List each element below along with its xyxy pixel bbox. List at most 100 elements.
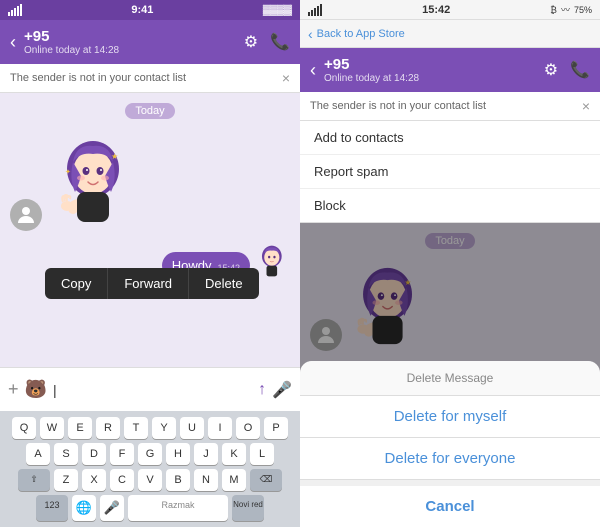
keyboard-row-1: Q W E R T Y U I O P [3,417,297,439]
notice-text: The sender is not in your contact list [10,72,186,84]
forward-button[interactable]: Forward [108,268,189,299]
key-v[interactable]: V [138,469,162,491]
keyboard-row-4: 123 🌐 🎤 Razmak Novi red [3,495,297,521]
space-key[interactable]: Razmak [128,495,228,521]
r-contact-name: +95 [324,56,536,73]
input-area: + 🐻 ↑ 🎤 [0,367,300,411]
contact-name: +95 [24,28,236,45]
plus-icon[interactable]: + [8,379,19,400]
shift-key[interactable]: ⇧ [18,469,50,491]
settings-icon[interactable]: ⚙ [244,32,258,52]
globe-key[interactable]: 🌐 [72,495,96,521]
key-g[interactable]: G [138,443,162,465]
right-status-bar: 15:42 ₿ 〰 75% [300,0,600,20]
sticker-image: ★ ✦ [48,131,138,231]
keyboard: Q W E R T Y U I O P A S D F G H J K L ⇧ … [0,411,300,527]
left-panel: 9:41 ▓▓▓▓ ‹ +95 Online today at 14:28 ⚙ … [0,0,300,527]
key-x[interactable]: X [82,469,106,491]
svg-text:★: ★ [111,152,118,161]
key-y[interactable]: Y [152,417,176,439]
key-r[interactable]: R [96,417,120,439]
r-call-icon[interactable]: 📞 [570,60,590,80]
battery-icon: ▓▓▓▓ [263,5,292,16]
contact-info: +95 Online today at 14:28 [24,28,236,56]
r-contact-info: +95 Online today at 14:28 [324,56,536,84]
delete-myself-button[interactable]: Delete for myself [300,396,600,438]
key-l[interactable]: L [250,443,274,465]
bluetooth-icon: ₿ [550,5,557,15]
key-t[interactable]: T [124,417,148,439]
avatar [10,199,42,231]
r-contact-status: Online today at 14:28 [324,73,536,84]
right-header: ‹ +95 Online today at 14:28 ⚙ 📞 [300,48,600,92]
wifi-icon: 〰 [561,3,570,16]
key-u[interactable]: U [180,417,204,439]
emoji-icon[interactable]: 🐻 [25,379,47,400]
key-a[interactable]: A [26,443,50,465]
app-store-nav: ‹ Back to App Store [300,20,600,48]
r-back-button[interactable]: ‹ [310,60,316,81]
r-notice-text: The sender is not in your contact list [310,100,486,112]
mic-icon[interactable]: 🎤 [272,380,292,400]
send-button[interactable]: ↑ [258,381,266,399]
keyboard-row-2: A S D F G H J K L [3,443,297,465]
key-b[interactable]: B [166,469,190,491]
message-input[interactable] [53,382,252,398]
key-j[interactable]: J [194,443,218,465]
delete-everyone-button[interactable]: Delete for everyone [300,438,600,480]
back-button[interactable]: ‹ [10,32,16,53]
key-n[interactable]: N [194,469,218,491]
r-settings-icon[interactable]: ⚙ [544,60,558,80]
right-panel: 15:42 ₿ 〰 75% ‹ Back to App Store ‹ +95 … [300,0,600,527]
call-icon[interactable]: 📞 [270,32,290,52]
keyboard-row-3: ⇧ Z X C V B N M ⌫ [3,469,297,491]
numbers-key[interactable]: 123 [36,495,68,521]
return-key[interactable]: Novi red [232,495,264,521]
notice-close-button[interactable]: × [282,70,290,86]
left-time: 9:41 [131,4,153,16]
r-status-icons: ₿ 〰 75% [550,3,592,16]
appstore-back-label[interactable]: Back to App Store [317,28,405,40]
modal-title: Delete Message [300,361,600,396]
key-s[interactable]: S [54,443,78,465]
key-z[interactable]: Z [54,469,78,491]
key-k[interactable]: K [222,443,246,465]
appstore-back-icon[interactable]: ‹ [308,26,313,42]
report-spam-item[interactable]: Report spam [300,155,600,189]
svg-text:✦: ✦ [65,168,71,176]
delete-modal: Delete Message Delete for myself Delete … [300,361,600,527]
date-divider: Today [0,101,300,119]
key-c[interactable]: C [110,469,134,491]
key-o[interactable]: O [236,417,260,439]
contact-status: Online today at 14:28 [24,45,236,56]
chat-area: Today [0,93,300,367]
key-w[interactable]: W [40,417,64,439]
key-h[interactable]: H [166,443,190,465]
backspace-key[interactable]: ⌫ [250,469,282,491]
key-f[interactable]: F [110,443,134,465]
r-header-actions: ⚙ 📞 [544,60,590,80]
cancel-button[interactable]: Cancel [300,486,600,527]
r-notice-bar: The sender is not in your contact list × [300,92,600,121]
add-contacts-item[interactable]: Add to contacts [300,121,600,155]
key-e[interactable]: E [68,417,92,439]
left-header: ‹ +95 Online today at 14:28 ⚙ 📞 [0,20,300,64]
key-q[interactable]: Q [12,417,36,439]
key-i[interactable]: I [208,417,232,439]
key-p[interactable]: P [264,417,288,439]
r-notice-close-button[interactable]: × [582,98,590,114]
r-signal-icon [308,4,322,16]
left-status-bar: 9:41 ▓▓▓▓ [0,0,300,20]
modal-overlay: Delete Message Delete for myself Delete … [300,223,600,527]
key-d[interactable]: D [82,443,106,465]
battery-pct: 75% [574,5,592,15]
key-m[interactable]: M [222,469,246,491]
block-item[interactable]: Block [300,189,600,222]
copy-button[interactable]: Copy [45,268,108,299]
date-label: Today [125,103,174,119]
message-row-sticker: ★ ✦ [0,127,300,235]
sticker-svg: ★ ✦ [51,134,136,229]
delete-button[interactable]: Delete [189,268,259,299]
keyboard-mic-key[interactable]: 🎤 [100,495,124,521]
signal-icon [8,4,22,16]
